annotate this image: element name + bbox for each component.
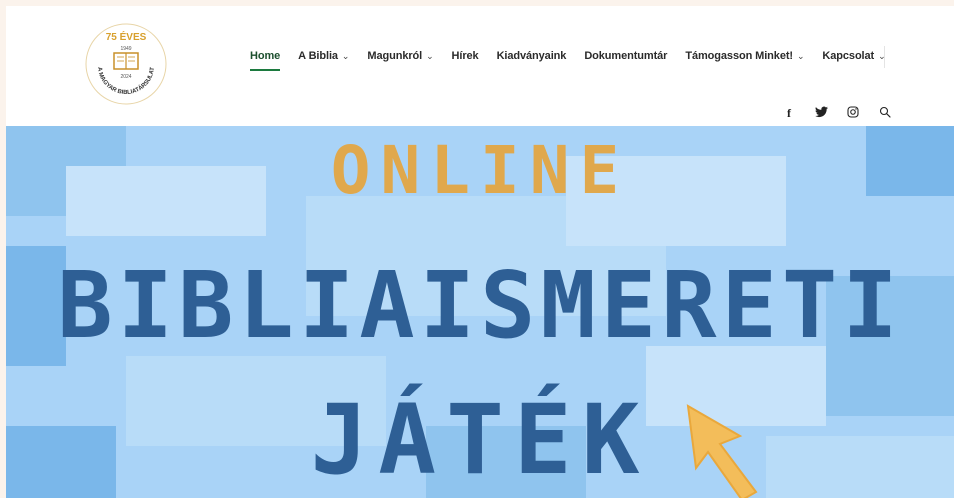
search-icon[interactable] <box>878 106 892 120</box>
site-logo[interactable]: 75 ÉVES 1949 2024 A MAGYAR BIBLIATÁRSULA… <box>84 22 168 106</box>
nav-item-hirek[interactable]: Hírek <box>452 50 479 62</box>
facebook-icon[interactable]: f <box>782 106 796 120</box>
hero-banner[interactable]: ONLINE BIBLIAISMERETI JÁTÉK <box>6 126 954 498</box>
nav-item-tamogasson-minket[interactable]: Támogasson Minket! ⌄ <box>685 50 804 62</box>
nav-item-label: Hírek <box>451 50 479 62</box>
logo-year-end: 2024 <box>120 74 131 80</box>
hero-title-line3: JÁTÉK <box>310 384 650 496</box>
chevron-down-icon: ⌄ <box>796 50 805 61</box>
page-frame: 75 ÉVES 1949 2024 A MAGYAR BIBLIATÁRSULA… <box>6 6 954 498</box>
nav-item-dokumentumtar[interactable]: Dokumentumtár <box>584 50 667 62</box>
nav-item-label: Kapcsolat <box>822 50 875 62</box>
nav-item-magunkrol[interactable]: Magunkról ⌄ <box>367 50 433 62</box>
main-nav: Home A Biblia ⌄ Magunkról ⌄ Hírek Kiadvá… <box>250 50 904 71</box>
hero-title-line2: BIBLIAISMERETI <box>57 252 903 359</box>
nav-item-a-biblia[interactable]: A Biblia ⌄ <box>298 50 349 62</box>
instagram-icon[interactable] <box>846 106 860 120</box>
nav-item-kiadvanyaink[interactable]: Kiadványaink <box>497 50 567 62</box>
logo-year-start: 1949 <box>120 46 131 52</box>
nav-item-label: Támogasson Minket! <box>685 50 793 62</box>
logo-anniversary: 75 ÉVES <box>106 30 147 43</box>
pixel-cursor-icon <box>686 404 758 498</box>
nav-item-label: Dokumentumtár <box>584 50 668 62</box>
nav-item-label: Kiadványaink <box>496 50 567 62</box>
social-links: f <box>782 106 892 120</box>
nav-divider <box>884 46 885 68</box>
nav-item-label: A Biblia <box>298 50 338 62</box>
twitter-icon[interactable] <box>814 106 828 120</box>
nav-item-label: Home <box>250 50 281 62</box>
chevron-down-icon: ⌄ <box>341 50 350 61</box>
nav-item-kapcsolat[interactable]: Kapcsolat ⌄ <box>822 50 885 62</box>
chevron-down-icon: ⌄ <box>426 50 434 61</box>
site-header: 75 ÉVES 1949 2024 A MAGYAR BIBLIATÁRSULA… <box>6 6 954 126</box>
nav-item-home[interactable]: Home <box>250 50 281 71</box>
hero-title-line1: ONLINE <box>330 132 630 209</box>
nav-item-label: Magunkról <box>367 50 423 62</box>
